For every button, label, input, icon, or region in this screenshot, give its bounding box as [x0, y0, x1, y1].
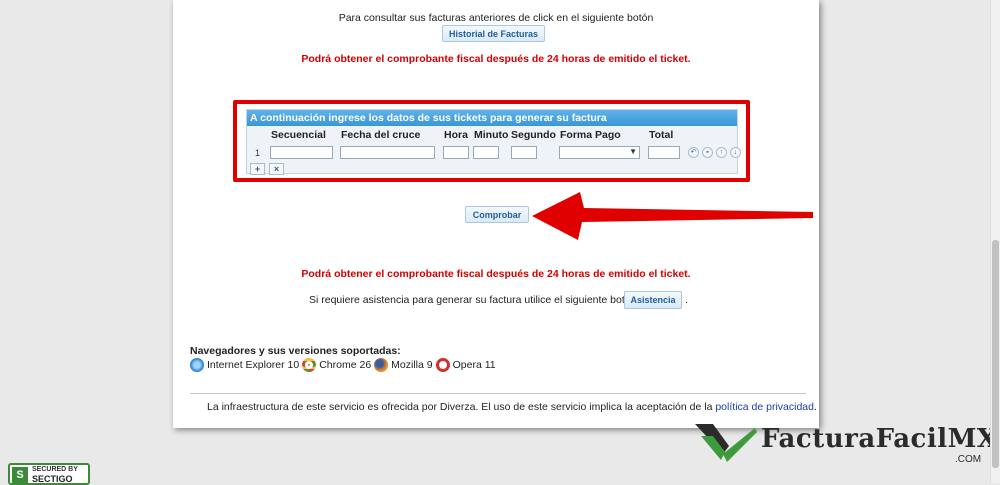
secuencial-input[interactable]	[270, 146, 333, 159]
watermark-suffix: .COM	[955, 454, 982, 465]
sectigo-badge[interactable]: S SECURED BY SECTIGO	[8, 463, 90, 485]
browsers-list: Internet Explorer 10 Chrome 26 Mozilla 9…	[190, 358, 496, 372]
footer-divider	[190, 393, 806, 394]
scrollbar-thumb[interactable]	[992, 240, 999, 468]
col-total: Total	[649, 129, 674, 141]
grid-caption: A continuación ingrese los datos de sus …	[247, 110, 737, 126]
chrome-icon	[302, 358, 317, 372]
footer-end: .	[814, 401, 817, 413]
col-hora: Hora	[444, 129, 468, 141]
undo-icon[interactable]: ↶	[688, 147, 699, 158]
firefox-icon	[374, 358, 389, 372]
browser-firefox-label: Mozilla 9	[391, 359, 433, 371]
minuto-input[interactable]	[473, 146, 499, 159]
badge-line1: SECURED BY	[32, 466, 78, 473]
col-secuencial: Secuencial	[271, 129, 326, 141]
notice-top: Podrá obtener el comprobante fiscal desp…	[301, 53, 691, 65]
arrow-down-icon[interactable]: ↓	[730, 147, 741, 158]
comprobar-button[interactable]: Comprobar	[465, 206, 529, 223]
pointer-arrow-icon	[532, 192, 813, 240]
row-number: 1	[255, 148, 261, 158]
browser-chrome-label: Chrome 26	[319, 359, 372, 371]
trash-icon[interactable]: ▪	[702, 147, 713, 158]
assist-text: Si requiere asistencia para generar su f…	[309, 294, 637, 306]
ie-icon	[190, 358, 204, 372]
col-segundo: Segundo	[511, 129, 556, 141]
browser-opera-label: Opera 11	[452, 359, 496, 371]
notice-bottom: Podrá obtener el comprobante fiscal desp…	[301, 268, 691, 280]
assist-trailing-dot: .	[685, 294, 688, 306]
segundo-input[interactable]	[511, 146, 537, 159]
checkmark-logo-icon	[695, 424, 757, 462]
arrow-up-icon[interactable]: ↑	[716, 147, 727, 158]
shield-icon: S	[12, 467, 28, 483]
add-row-button[interactable]: +	[250, 163, 265, 175]
privacy-link[interactable]: política de privacidad	[715, 401, 814, 413]
opera-icon	[435, 358, 450, 372]
history-instructions: Para consultar sus facturas anteriores d…	[338, 12, 654, 24]
asistencia-button[interactable]: Asistencia	[624, 291, 682, 309]
delete-row-button[interactable]: ×	[269, 163, 284, 175]
col-minuto: Minuto	[474, 129, 509, 141]
col-forma-pago: Forma Pago	[560, 129, 621, 141]
footer-text: La infraestructura de este servicio es o…	[207, 401, 713, 413]
tickets-grid-highlight: A continuación ingrese los datos de sus …	[233, 100, 750, 182]
history-button[interactable]: Historial de Facturas	[442, 25, 545, 42]
browsers-title: Navegadores y sus versiones soportadas:	[190, 345, 401, 357]
watermark-logo: FacturaFacilMX .COM	[693, 420, 997, 466]
chevron-down-icon: ▼	[629, 147, 637, 156]
tickets-grid: A continuación ingrese los datos de sus …	[246, 109, 741, 175]
watermark-brand: FacturaFacilMX	[761, 424, 998, 454]
browser-ie-label: Internet Explorer 10	[207, 359, 300, 371]
fecha-input[interactable]	[340, 146, 435, 159]
total-input[interactable]	[648, 146, 680, 159]
vertical-scrollbar[interactable]	[990, 0, 1000, 483]
col-fecha: Fecha del cruce	[341, 129, 421, 141]
forma-pago-select[interactable]: ▼	[559, 146, 640, 159]
footer: La infraestructura de este servicio es o…	[207, 401, 817, 413]
hora-input[interactable]	[443, 146, 469, 159]
